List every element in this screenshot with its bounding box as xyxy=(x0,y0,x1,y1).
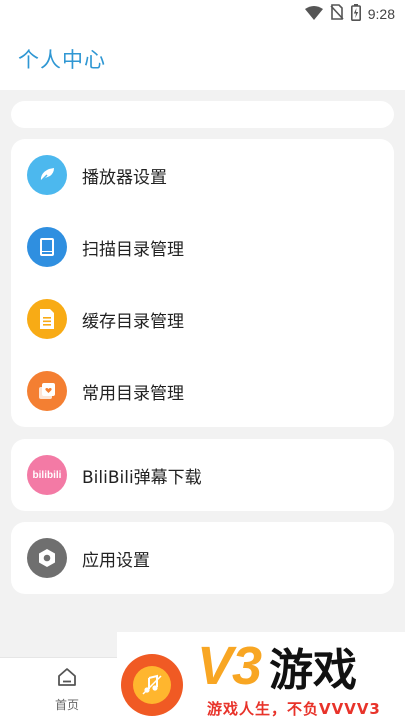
watermark-name: 游戏 xyxy=(269,645,358,696)
watermark-brand: V3 xyxy=(197,636,262,696)
settings-card: 应用设置 xyxy=(11,522,394,594)
menu-item-label: 应用设置 xyxy=(82,550,150,571)
scan-directory-icon xyxy=(27,227,67,267)
menu-item-label: 常用目录管理 xyxy=(82,383,184,404)
bilibili-card: bilibili BiliBili弹幕下载 xyxy=(11,439,394,511)
directory-menu-card: 播放器设置 扫描目录管理 缓存目录管理 常用目录管理 xyxy=(11,139,394,427)
watermark-slogan: 游戏人生，不负VVVV3 xyxy=(207,700,381,718)
cache-directory-icon xyxy=(27,299,67,339)
menu-item-app-settings[interactable]: 应用设置 xyxy=(11,522,394,594)
menu-item-label: 扫描目录管理 xyxy=(82,239,184,260)
music-note-icon xyxy=(133,666,171,704)
battery-icon xyxy=(350,3,361,25)
menu-item-bilibili-danmaku[interactable]: bilibili BiliBili弹幕下载 xyxy=(11,439,394,511)
watermark-overlay: V3 游戏 游戏人生，不负VVVV3 xyxy=(117,632,405,720)
nav-home[interactable]: 首页 xyxy=(44,666,90,716)
watermark-title: V3 游戏 xyxy=(197,636,357,696)
watermark-logo-icon xyxy=(121,654,183,716)
home-icon xyxy=(56,666,78,692)
menu-item-label: 播放器设置 xyxy=(82,167,167,188)
menu-item-cache-directory[interactable]: 缓存目录管理 xyxy=(11,283,394,355)
common-directory-icon xyxy=(27,371,67,411)
bilibili-icon-text: bilibili xyxy=(32,469,62,481)
status-bar: 9:28 xyxy=(0,0,405,28)
nav-home-label: 首页 xyxy=(54,698,79,712)
player-settings-icon xyxy=(27,155,67,195)
menu-item-common-directory[interactable]: 常用目录管理 xyxy=(11,355,394,427)
wifi-icon xyxy=(304,5,323,24)
menu-item-label: BiliBili弹幕下载 xyxy=(82,467,202,488)
blank-card xyxy=(11,101,394,128)
no-sim-icon xyxy=(330,4,344,24)
status-time: 9:28 xyxy=(367,6,395,22)
menu-item-label: 缓存目录管理 xyxy=(82,311,184,332)
hexagon-settings-icon xyxy=(27,538,67,578)
menu-item-player-settings[interactable]: 播放器设置 xyxy=(11,139,394,211)
bilibili-icon: bilibili xyxy=(27,455,67,495)
page-title: 个人中心 xyxy=(18,48,106,72)
menu-item-scan-directory[interactable]: 扫描目录管理 xyxy=(11,211,394,283)
app-header: 个人中心 xyxy=(0,28,405,90)
